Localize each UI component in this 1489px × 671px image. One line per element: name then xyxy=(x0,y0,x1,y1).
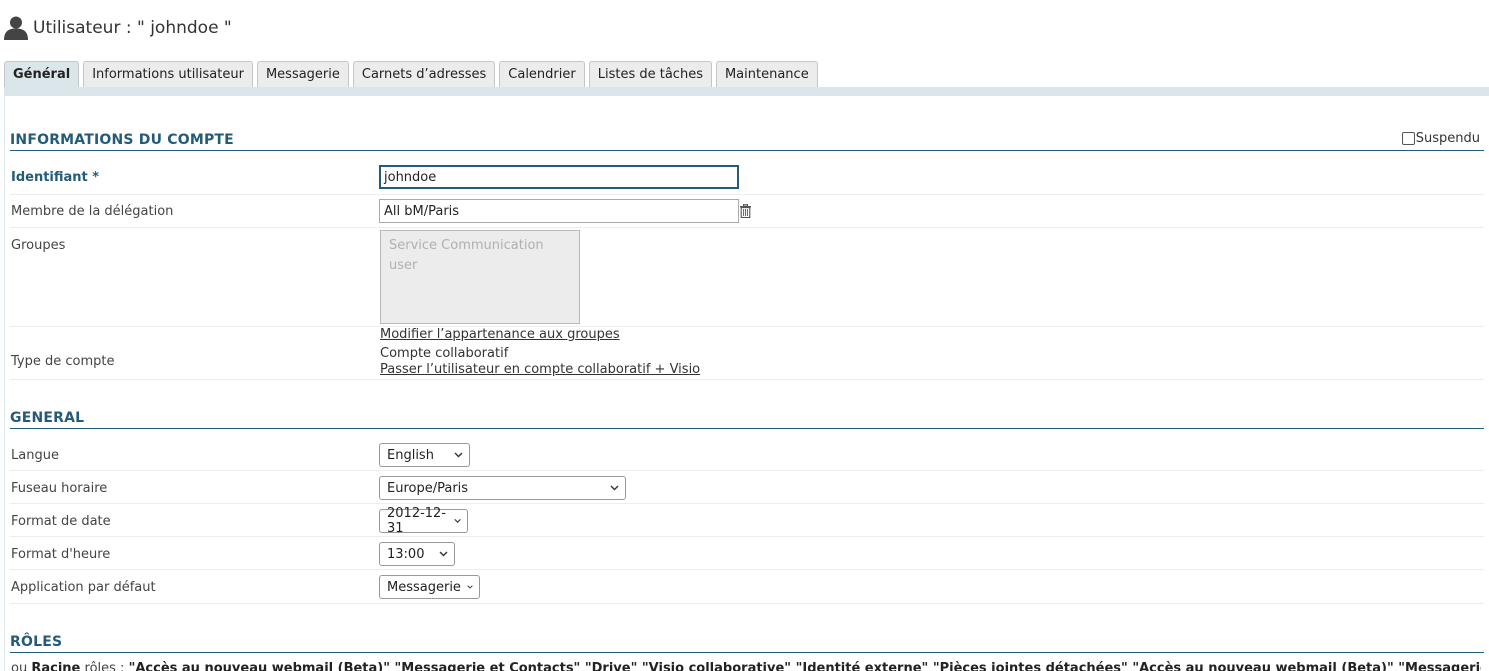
default-app-select-value: Messagerie xyxy=(387,579,461,595)
chevron-down-icon xyxy=(454,452,463,458)
login-input[interactable]: johndoe xyxy=(379,165,739,189)
suspend-label: Suspendu xyxy=(1415,131,1480,146)
modify-groups-link[interactable]: Modifier l’appartenance aux groupes xyxy=(380,327,620,342)
tab-bar: Général Informations utilisateur Message… xyxy=(4,61,822,87)
timezone-select[interactable]: Europe/Paris xyxy=(379,476,626,500)
date-format-select[interactable]: 2012-12-31 xyxy=(379,506,468,536)
tab-general[interactable]: Général xyxy=(4,61,80,87)
page-title-text: Utilisateur : " johndoe " xyxy=(33,18,232,38)
tab-user-info[interactable]: Informations utilisateur xyxy=(83,61,253,87)
row-divider xyxy=(10,536,1484,537)
chevron-down-icon xyxy=(610,485,619,491)
suspend-checkbox[interactable] xyxy=(1401,132,1415,145)
tab-calendar[interactable]: Calendrier xyxy=(499,61,585,87)
user-icon xyxy=(4,16,28,40)
account-section-title: INFORMATIONS DU COMPTE xyxy=(10,132,234,148)
tab-task-lists[interactable]: Listes de tâches xyxy=(588,61,712,87)
chevron-down-icon xyxy=(467,585,473,589)
roles-mid: rôles : xyxy=(84,661,125,671)
groups-list: Service Communication user xyxy=(380,230,580,324)
tab-maintenance[interactable]: Maintenance xyxy=(715,61,818,87)
row-divider xyxy=(10,227,1484,228)
chevron-down-icon xyxy=(454,518,461,524)
account-type-label: Type de compte xyxy=(11,354,115,369)
default-app-label: Application par défaut xyxy=(11,580,156,595)
chevron-down-icon xyxy=(439,551,448,557)
groups-label: Groupes xyxy=(11,238,66,253)
row-divider xyxy=(10,326,1484,327)
roles-list: "Accès au nouveau webmail (Beta)" "Messa… xyxy=(128,661,1481,671)
tab-address-books[interactable]: Carnets d’adresses xyxy=(352,61,496,87)
delegation-label: Membre de la délégation xyxy=(11,204,174,219)
time-format-label: Format d'heure xyxy=(11,547,111,562)
roles-ou-name: Racine xyxy=(31,661,81,671)
group-item: user xyxy=(389,258,418,273)
time-format-select-value: 13:00 xyxy=(387,546,425,562)
roles-section-divider xyxy=(10,652,1484,653)
roles-prefix: ou xyxy=(11,661,28,671)
content-frame xyxy=(4,96,1489,671)
row-divider xyxy=(10,470,1484,471)
roles-section-title: RÔLES xyxy=(10,634,63,650)
upgrade-account-link[interactable]: Passer l’utilisateur en compte collabora… xyxy=(380,362,700,377)
row-divider xyxy=(10,569,1484,570)
roles-summary: ou Racine rôles : "Accès au nouveau webm… xyxy=(11,661,1481,671)
row-divider xyxy=(10,603,1484,604)
timezone-select-value: Europe/Paris xyxy=(387,480,469,496)
account-type-value: Compte collaboratif xyxy=(380,346,509,361)
date-format-select-value: 2012-12-31 xyxy=(387,506,447,536)
default-app-select[interactable]: Messagerie xyxy=(379,575,480,599)
trash-icon[interactable] xyxy=(739,204,752,218)
tab-mail[interactable]: Messagerie xyxy=(256,61,349,87)
suspend-checkbox-group[interactable]: Suspendu xyxy=(1401,131,1480,146)
language-select[interactable]: English xyxy=(379,443,470,467)
general-section-title: GENERAL xyxy=(10,410,85,426)
delegation-input[interactable]: All bM/Paris xyxy=(379,199,739,223)
page-title: Utilisateur : " johndoe " xyxy=(3,14,232,42)
group-item: Service Communication xyxy=(389,238,544,253)
login-label: Identifiant * xyxy=(11,170,100,185)
timezone-label: Fuseau horaire xyxy=(11,481,108,496)
account-section-divider xyxy=(10,150,1484,151)
date-format-label: Format de date xyxy=(11,514,111,529)
language-label: Langue xyxy=(11,448,59,463)
row-divider xyxy=(10,379,1484,380)
time-format-select[interactable]: 13:00 xyxy=(379,542,455,566)
language-select-value: English xyxy=(387,447,434,463)
row-divider xyxy=(10,194,1484,195)
general-section-divider xyxy=(10,428,1484,429)
tab-underline xyxy=(4,87,1489,96)
row-divider xyxy=(10,503,1484,504)
